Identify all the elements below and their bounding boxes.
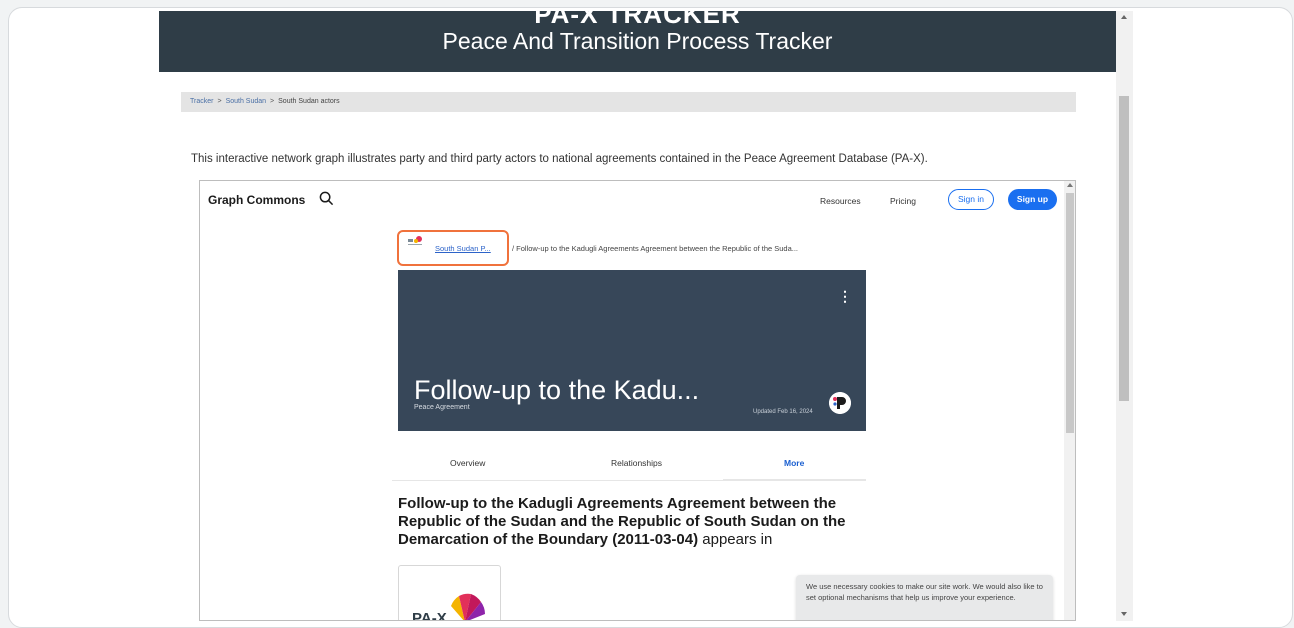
sign-in-button[interactable]: Sign in — [948, 189, 994, 210]
graph-type: Peace Agreement — [414, 404, 470, 411]
search-icon[interactable] — [319, 191, 334, 206]
page-scroll-thumb[interactable] — [1119, 96, 1129, 401]
embed-scroll-thumb[interactable] — [1066, 193, 1074, 433]
embed-scrollbar[interactable] — [1064, 181, 1075, 620]
breadcrumb-separator: > — [217, 98, 222, 105]
tab-overview[interactable]: Overview — [450, 458, 485, 468]
agreement-title: Follow-up to the Kadugli Agreements Agre… — [398, 495, 846, 548]
pax-collection-card[interactable]: PA-X — [398, 565, 501, 621]
nav-resources[interactable]: Resources — [820, 196, 861, 206]
embed-scroll-up-icon[interactable] — [1067, 183, 1073, 187]
sign-up-button[interactable]: Sign up — [1008, 189, 1057, 210]
graph-updated: Updated Feb 16, 2024 — [753, 409, 813, 415]
pax-logo-icon — [451, 593, 485, 620]
active-tab-indicator — [723, 479, 866, 481]
breadcrumb-current: South Sudan actors — [278, 98, 340, 105]
graph-card[interactable]: ⋮ Follow-up to the Kadu... Peace Agreeme… — [398, 270, 866, 431]
page-scrollbar[interactable] — [1116, 11, 1133, 621]
site-header: PA-X TRACKER Peace And Transition Proces… — [159, 11, 1116, 72]
owner-avatar[interactable] — [829, 392, 851, 414]
graph-title: Follow-up to the Kadu... — [414, 375, 700, 405]
breadcrumb-tracker[interactable]: Tracker — [190, 98, 213, 105]
pax-card-label: PA-X — [412, 610, 447, 621]
breadcrumb: Tracker > South Sudan > South Sudan actors — [181, 92, 1076, 112]
graph-tabs: Overview Relationships More — [392, 451, 866, 481]
cookie-banner: We use necessary cookies to make our sit… — [796, 575, 1053, 620]
appears-in-suffix: appears in — [698, 531, 773, 548]
breadcrumb-separator: > — [270, 98, 275, 105]
graph-breadcrumb-rest: / Follow-up to the Kadugli Agreements Ag… — [512, 244, 799, 253]
graph-commons-logo[interactable]: Graph Commons — [208, 193, 305, 207]
tab-more[interactable]: More — [784, 458, 804, 468]
more-options-icon[interactable]: ⋮ — [838, 288, 852, 305]
scroll-down-icon[interactable] — [1121, 612, 1127, 616]
nav-pricing[interactable]: Pricing — [890, 196, 916, 206]
click-highlight — [397, 230, 509, 266]
tab-relationships[interactable]: Relationships — [611, 458, 662, 468]
scroll-up-icon[interactable] — [1121, 15, 1127, 19]
page: PA-X TRACKER Peace And Transition Proces… — [159, 11, 1116, 621]
breadcrumb-south-sudan[interactable]: South Sudan — [226, 98, 266, 105]
intro-text: This interactive network graph illustrat… — [191, 153, 928, 165]
site-subtitle: Peace And Transition Process Tracker — [442, 28, 833, 54]
graph-commons-embed: Graph Commons Resources Pricing Sign in … — [199, 180, 1076, 621]
appears-in-heading: Follow-up to the Kadugli Agreements Agre… — [398, 495, 868, 549]
